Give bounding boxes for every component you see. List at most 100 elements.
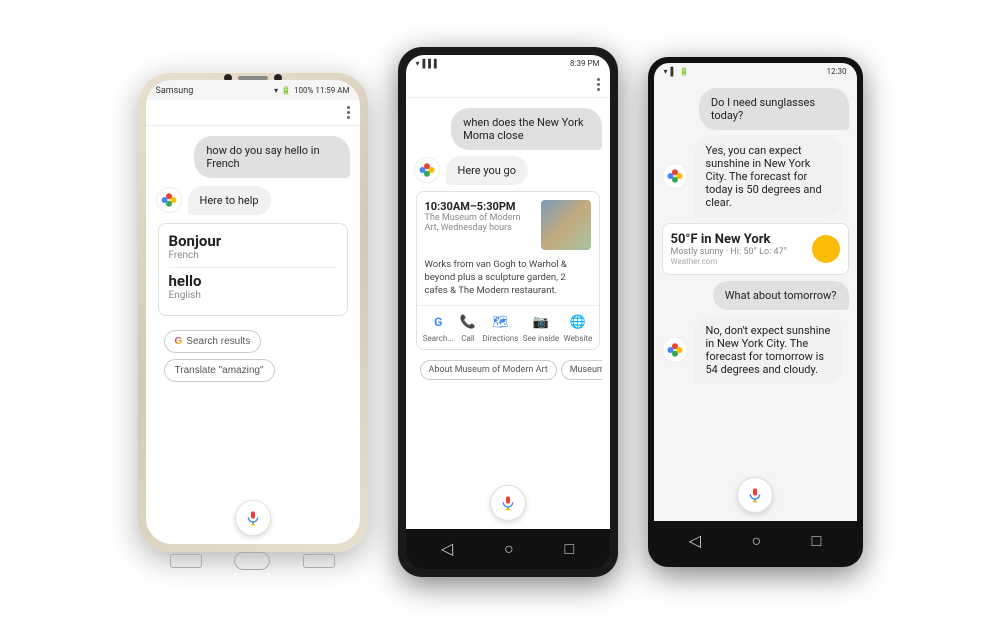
pixel-user-bubble-1: Do I need sunglasses today? — [699, 88, 849, 130]
pixel-status-bar: ▾ ▌ 🔋 12:30 — [654, 63, 857, 80]
nexus-wifi-icon: ▾ — [416, 59, 420, 68]
search-results-label: Search results — [186, 336, 250, 347]
nexus-more-options[interactable] — [597, 78, 600, 91]
call-action[interactable]: 📞 Call — [458, 312, 478, 343]
nexus-time: 8:39 PM — [570, 59, 599, 68]
nexus-user-bubble: when does the New York Moma close — [451, 108, 601, 150]
pixel-bottom-nav: ◁ ○ □ — [654, 521, 857, 561]
directions-action[interactable]: 🗺 Directions — [482, 312, 518, 343]
phone-pixel: ▾ ▌ 🔋 12:30 Do I need sunglasses today? — [648, 57, 863, 567]
search-action-icon: G — [428, 312, 448, 332]
pixel-assistant-row-1: Yes, you can expect sunshine in New York… — [662, 136, 849, 217]
assistant-row: Here to help — [156, 186, 350, 215]
more-options-button[interactable] — [347, 106, 350, 119]
museum-info: 10:30AM–5:30PM The Museum of Modern Art,… — [425, 200, 533, 250]
nexus-back-button[interactable]: ◁ — [441, 539, 453, 558]
samsung-status-bar: Samsung ▾ 🔋 100% 11:59 AM — [146, 80, 360, 100]
pixel-mic-button[interactable] — [737, 477, 773, 513]
museum-card: 10:30AM–5:30PM The Museum of Modern Art,… — [416, 191, 600, 351]
samsung-back-button[interactable] — [170, 554, 202, 568]
search-action[interactable]: G Search... — [423, 312, 454, 343]
assistant-message-bubble: Here to help — [188, 186, 271, 215]
word-hello: hello — [169, 272, 337, 290]
nexus-mic-area — [406, 477, 610, 529]
nexus-screen-header — [406, 72, 610, 98]
chat-area: how do you say hello in French Here to h… — [146, 126, 360, 492]
phone-samsung: Samsung ▾ 🔋 100% 11:59 AM how do you say… — [138, 72, 368, 552]
museum-actions: G Search... 📞 Call 🗺 Directions 📷 — [417, 305, 599, 349]
translate-label: Translate "amazing" — [175, 365, 264, 376]
nexus-assistant-bubble: Here you go — [446, 156, 529, 185]
nexus-chat-area: when does the New York Moma close Here y… — [406, 98, 610, 477]
museum-name: The Museum of Modern Art, Wednesday hour… — [425, 213, 533, 233]
pixel-signal: ▌ — [671, 67, 677, 76]
website-action[interactable]: 🌐 Website — [564, 312, 593, 343]
card-divider — [169, 267, 337, 268]
nexus-inner: ▾ ▌▌▌ 8:39 PM when does the New York Mom… — [406, 55, 610, 569]
directions-action-icon: 🗺 — [490, 312, 510, 332]
user-message-bubble: how do you say hello in French — [194, 136, 349, 178]
nexus-google-assistant-icon — [414, 157, 440, 183]
see-inside-label: See inside — [523, 334, 559, 343]
battery-icon: 🔋 — [281, 86, 291, 95]
screen-header — [146, 100, 360, 126]
museum-card-top: 10:30AM–5:30PM The Museum of Modern Art,… — [417, 192, 599, 258]
nexus-screen: when does the New York Moma close Here y… — [406, 72, 610, 529]
about-museum-chip[interactable]: About Museum of Modern Art — [420, 360, 557, 380]
search-action-label: Search... — [423, 334, 454, 343]
lang-french: French — [169, 250, 337, 261]
nexus-mic-button[interactable] — [490, 485, 526, 521]
nexus-assistant-row: Here you go — [414, 156, 602, 185]
samsung-bottom-nav — [146, 544, 360, 578]
samsung-status-right: ▾ 🔋 100% 11:59 AM — [274, 86, 349, 95]
museum-image — [541, 200, 591, 250]
pixel-recent-button[interactable]: □ — [812, 531, 822, 551]
mic-icon — [245, 510, 261, 526]
pixel-mic-icon — [747, 487, 763, 503]
samsung-phone-screen: how do you say hello in French Here to h… — [146, 126, 360, 544]
website-label: Website — [564, 334, 593, 343]
weather-temp: 50°F in New York — [671, 232, 787, 247]
translation-card: Bonjour French hello English — [158, 223, 348, 316]
museums-chip[interactable]: Museums i... — [561, 360, 602, 380]
pixel-back-button[interactable]: ◁ — [689, 531, 701, 550]
nexus-bottom-nav: ◁ ○ □ — [406, 529, 610, 569]
weather-description: Mostly sunny · Hi: 50° Lo: 47° — [671, 247, 787, 257]
google-assistant-icon — [156, 187, 182, 213]
samsung-brand-label: Samsung — [156, 86, 194, 96]
see-inside-icon: 📷 — [531, 312, 551, 332]
pixel-assistant-bubble-1: Yes, you can expect sunshine in New York… — [694, 136, 844, 217]
pixel-home-button[interactable]: ○ — [751, 531, 761, 551]
weather-source: Weather.com — [671, 257, 787, 266]
weather-card: 50°F in New York Mostly sunny · Hi: 50° … — [662, 223, 849, 275]
call-action-icon: 📞 — [458, 312, 478, 332]
directions-action-label: Directions — [482, 334, 518, 343]
mic-button[interactable] — [235, 500, 271, 536]
nexus-status-bar: ▾ ▌▌▌ 8:39 PM — [406, 55, 610, 72]
pixel-mic-area — [654, 469, 857, 521]
word-bonjour: Bonjour — [169, 232, 337, 250]
samsung-home-button[interactable] — [234, 552, 270, 570]
samsung-recent-button[interactable] — [303, 554, 335, 568]
pixel-chat-area: Do I need sunglasses today? Yes, you can… — [654, 80, 857, 469]
google-g-icon: G — [175, 336, 183, 347]
pixel-google-assistant-icon-2 — [662, 337, 688, 363]
pixel-status-left: ▾ ▌ 🔋 — [664, 67, 690, 76]
phone-nexus: ▾ ▌▌▌ 8:39 PM when does the New York Mom… — [398, 47, 618, 577]
lang-english: English — [169, 290, 337, 301]
website-icon: 🌐 — [568, 312, 588, 332]
sun-icon — [812, 235, 840, 263]
pixel-time: 12:30 — [827, 67, 847, 76]
search-results-button[interactable]: G Search results — [164, 330, 262, 353]
museum-hours: 10:30AM–5:30PM — [425, 200, 533, 213]
nexus-recent-button[interactable]: □ — [564, 539, 574, 559]
translate-amazing-button[interactable]: Translate "amazing" — [164, 359, 275, 382]
wifi-icon: ▾ — [274, 86, 278, 95]
samsung-time: 100% 11:59 AM — [294, 86, 349, 95]
nexus-home-button[interactable]: ○ — [504, 539, 514, 559]
action-buttons-area: G Search results Translate "amazing" — [156, 324, 350, 388]
see-inside-action[interactable]: 📷 See inside — [523, 312, 559, 343]
mic-area — [146, 492, 360, 544]
nexus-status-left: ▾ ▌▌▌ — [416, 59, 440, 68]
nexus-signal-icon: ▌▌▌ — [423, 59, 440, 68]
